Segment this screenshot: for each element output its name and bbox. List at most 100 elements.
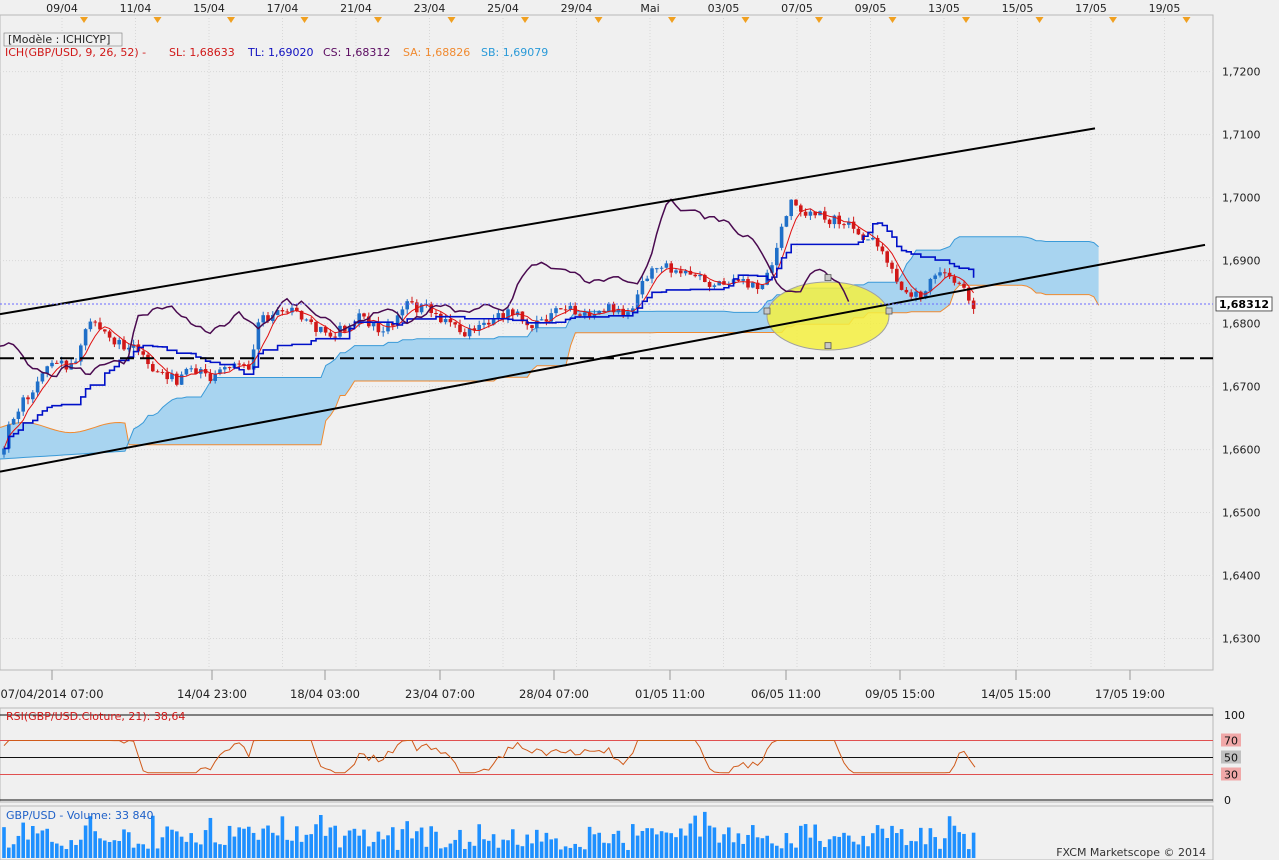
rsi-axis: 100 70 50 30 0 [1221, 709, 1245, 807]
top-date-label: 07/05 [781, 2, 813, 15]
volume-bar [799, 825, 803, 858]
volume-bar [323, 835, 328, 858]
candle-body [775, 247, 779, 266]
candle-body [501, 313, 505, 319]
volume-bar [837, 836, 841, 858]
volume-bar [851, 841, 856, 858]
bottom-date-label: 07/04/2014 07:00 [0, 687, 103, 701]
candle-body [928, 278, 933, 292]
volume-bar [122, 829, 126, 858]
volume-bar [237, 827, 241, 858]
volume-bar [443, 847, 448, 858]
volume-label: GBP/USD - Volume: 33 840 [6, 809, 153, 822]
rsi-level-label: 30 [1224, 769, 1238, 782]
candle-body [55, 362, 59, 364]
volume-bar [535, 829, 539, 858]
volume-bar [842, 832, 846, 858]
candle-body [842, 224, 846, 226]
ichimoku-label: ICH(GBP/USD, 9, 26, 52) - [5, 46, 146, 59]
candle-body [899, 281, 904, 290]
volume-bar [107, 842, 112, 858]
candle-body [439, 313, 443, 323]
volume-bar [669, 833, 673, 858]
volume-bar [899, 829, 904, 858]
volume-bar [895, 833, 899, 858]
candle-body [280, 310, 285, 312]
volume-bar [338, 847, 342, 858]
volume-bar [2, 827, 6, 858]
bottom-date-label: 23/04 07:00 [405, 687, 475, 701]
candle-body [146, 354, 150, 365]
candle-body [285, 311, 289, 313]
volume-bar [616, 830, 621, 858]
volume-bar [856, 844, 861, 858]
candle-body [559, 308, 563, 310]
candle-body [751, 282, 755, 288]
volume-bar [136, 843, 141, 858]
volume-bar [943, 838, 947, 858]
rsi-label: RSI(GBP/USD.Cloture, 21): 38,64 [6, 710, 185, 723]
volume-bar [64, 849, 69, 858]
volume-bar [755, 837, 760, 858]
candle-body [405, 301, 409, 310]
top-date-label: 03/05 [708, 2, 740, 15]
candle [256, 318, 261, 353]
candle-body [808, 211, 813, 216]
candle-body [141, 351, 145, 355]
volume-bar [165, 826, 169, 858]
candle-body [151, 364, 155, 372]
volume-bar [79, 839, 83, 858]
price-tick-label: 1,6700 [1222, 381, 1261, 394]
volume-bar [434, 831, 438, 858]
volume-bar [280, 816, 285, 858]
volume-bar [472, 845, 477, 858]
volume-bar [477, 824, 481, 858]
volume-bar [717, 842, 721, 858]
volume-bar [189, 833, 193, 858]
candle-body [328, 332, 333, 337]
candle-body [962, 283, 966, 288]
volume-bar [314, 824, 318, 858]
candle-body [112, 337, 117, 345]
candle-body [659, 267, 664, 269]
volume-bar [458, 829, 462, 858]
volume-bar [31, 825, 35, 858]
candle-body [227, 367, 232, 369]
candle [784, 215, 789, 228]
volume-bar [59, 845, 64, 858]
candle-body [333, 336, 337, 338]
volume-bar [674, 837, 678, 858]
volume-bar [688, 823, 693, 858]
volume-bar [347, 830, 352, 858]
volume-bar [208, 817, 213, 858]
volume-bar [261, 828, 265, 858]
volume-bar [511, 829, 515, 858]
volume-bar [160, 837, 165, 858]
volume-bar [367, 846, 371, 858]
volume-bar [131, 847, 136, 858]
candle-body [381, 331, 385, 333]
volume-bar [794, 847, 798, 858]
volume-bar [722, 834, 726, 858]
candle-body [160, 371, 165, 373]
top-date-label: 17/05 [1075, 2, 1107, 15]
candle-body [103, 329, 107, 332]
main-plot-area[interactable] [0, 14, 1214, 671]
volume-bar [866, 846, 870, 858]
price-tick-label: 1,6400 [1222, 570, 1261, 583]
volume-bar [453, 839, 457, 858]
volume-bar [602, 842, 606, 858]
candle-body [21, 397, 25, 412]
candle-body [453, 322, 457, 325]
volume-bar [194, 842, 198, 858]
volume-bar [621, 842, 625, 858]
volume-bar [962, 833, 966, 858]
candle-body [530, 325, 534, 329]
top-date-label: Mai [640, 2, 659, 15]
rsi-level-label: 50 [1224, 752, 1238, 765]
candle-body [213, 373, 217, 381]
volume-bar [592, 834, 597, 858]
volume-bar [218, 844, 222, 858]
volume-bar [765, 835, 769, 858]
candle-body [583, 312, 587, 316]
